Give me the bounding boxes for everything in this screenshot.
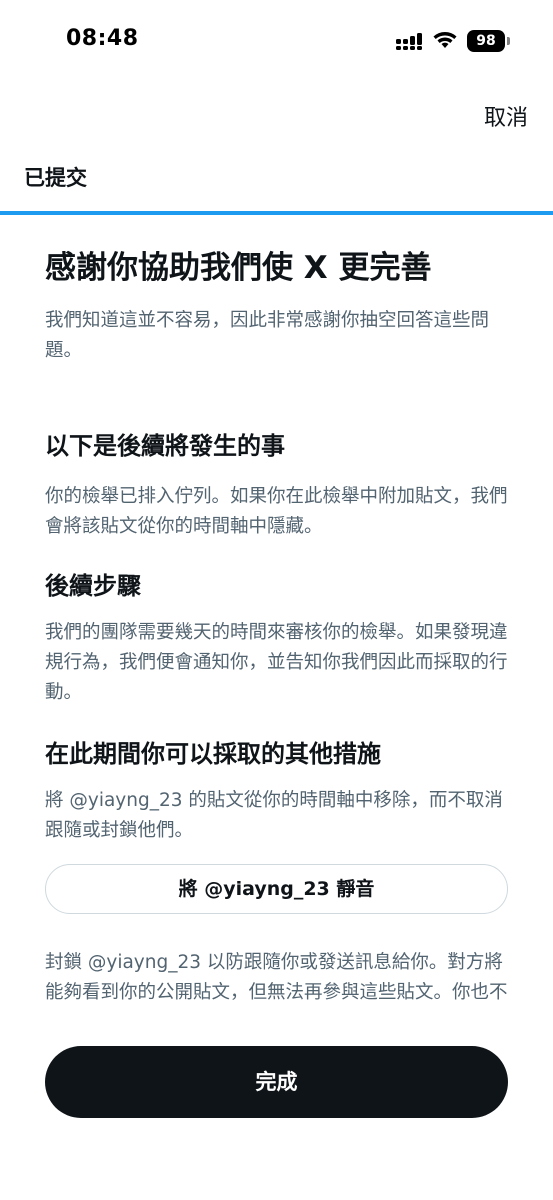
battery-icon: 98 [467,30,505,52]
page-title: 已提交 [24,166,87,190]
wifi-icon [433,32,457,48]
next-heading: 以下是後續將發生的事 [45,432,285,460]
battery-cap [507,37,510,45]
report-confirmation-content: 感謝你協助我們使 X 更完善 我們知道這並不容易，因此非常感謝你抽空回答這些問題… [45,240,510,1015]
mute-user-button[interactable]: 將 @yiayng_23 靜音 [45,864,508,914]
steps-heading: 後續步驟 [45,572,141,600]
intro-text: 我們知道這並不容易，因此非常感謝你抽空回答這些問題。 [45,310,490,361]
other-actions-heading: 在此期間你可以採取的其他措施 [45,740,381,768]
steps-text: 我們的團隊需要幾天的時間來審核你的檢舉。如果發現違規行為，我們便會通知你，並告知… [45,622,508,703]
cancel-button[interactable]: 取消 [484,100,528,132]
signal-icon [396,33,422,50]
status-time: 08:48 [66,26,139,51]
done-button[interactable]: 完成 [45,1046,508,1118]
status-bar: 08:48 98 [0,0,553,84]
progress-fill [0,211,553,215]
mute-description: 將 @yiayng_23 的貼文從你的時間軸中移除，而不取消跟隨或封鎖他們。 [45,790,503,841]
progress-bar [0,211,553,215]
thanks-heading: 感謝你協助我們使 X 更完善 [45,250,432,286]
scroll-fade [0,1005,553,1017]
next-text: 你的檢舉已排入佇列。如果你在此檢舉中附加貼文，我們會將該貼文從你的時間軸中隱藏。 [45,486,508,537]
